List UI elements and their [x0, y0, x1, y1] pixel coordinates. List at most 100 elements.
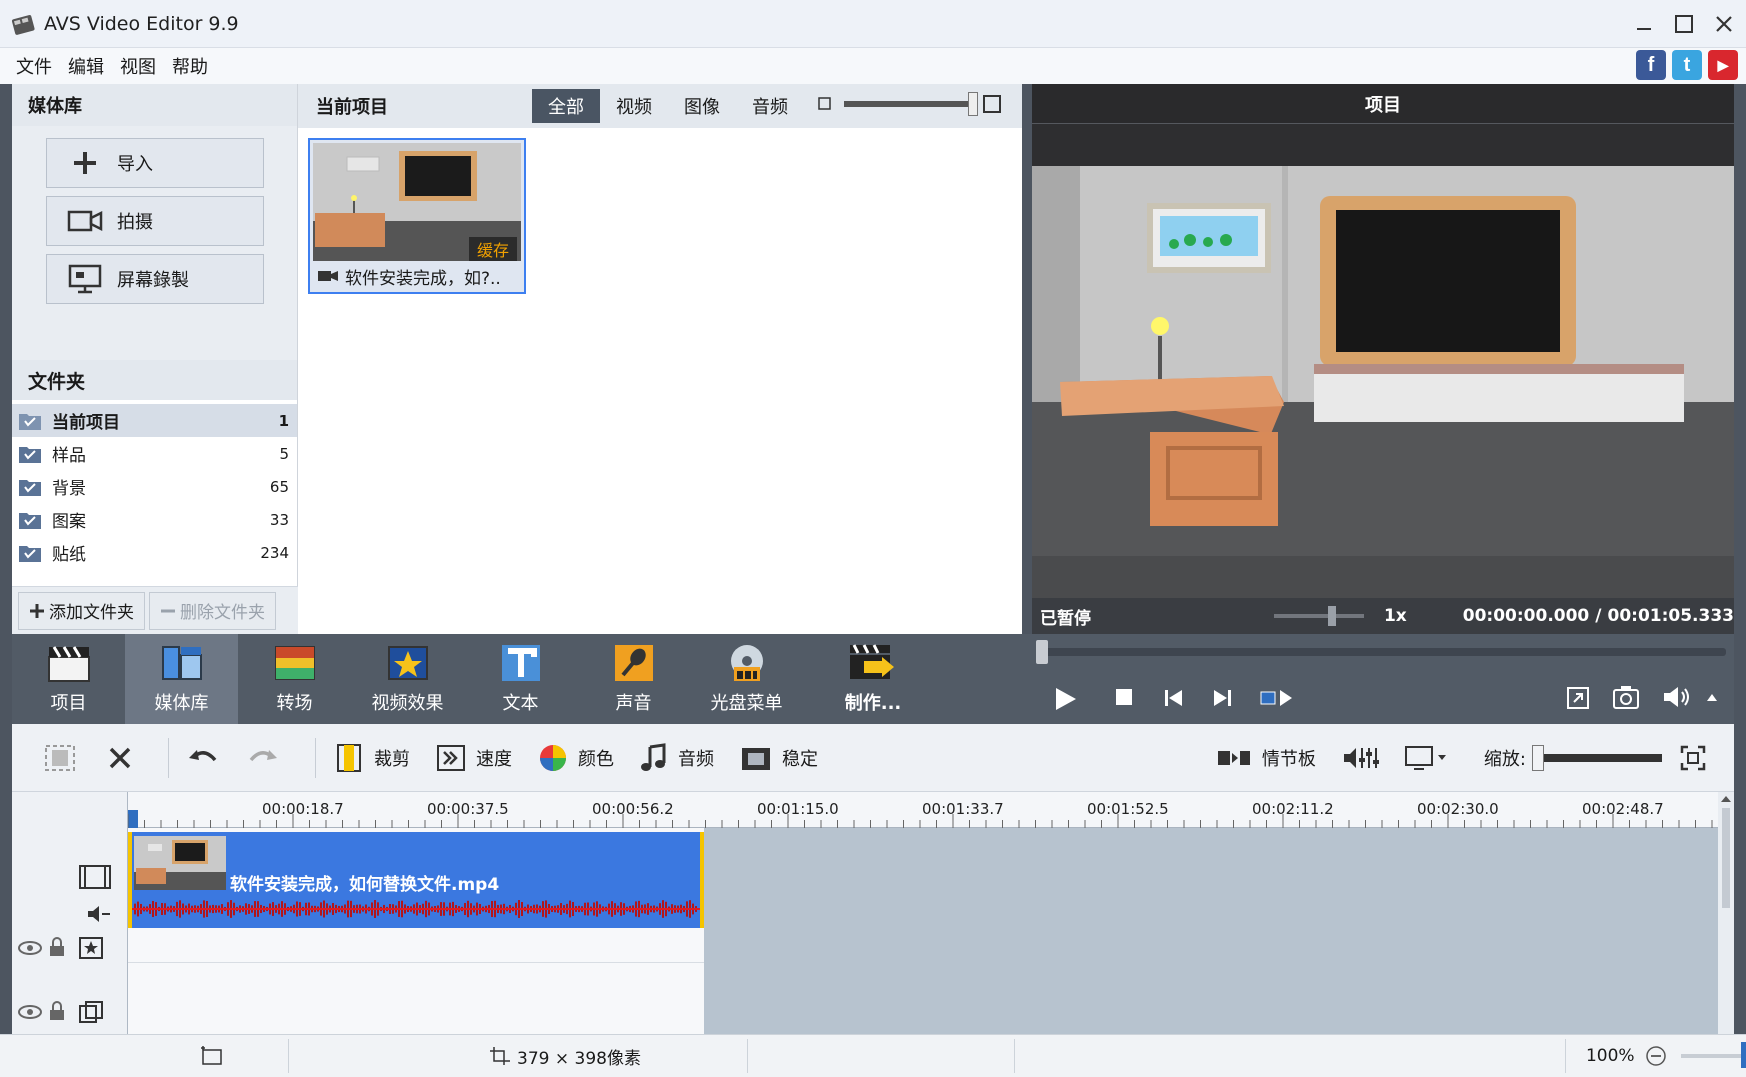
folder-item-patterns[interactable]: 图案 33	[12, 503, 297, 536]
undo-button[interactable]	[187, 746, 229, 770]
next-frame-button[interactable]	[1212, 688, 1232, 708]
facebook-icon[interactable]: f	[1636, 50, 1666, 80]
thumbnail-size-track[interactable]	[844, 92, 978, 116]
tab-all[interactable]: 全部	[532, 89, 600, 123]
menu-edit[interactable]: 编辑	[68, 53, 104, 79]
thumbnail-size-knob[interactable]	[968, 92, 978, 116]
youtube-icon[interactable]: ▶	[1708, 50, 1738, 80]
ruler-tick-label: 00:01:33.7	[922, 800, 1004, 818]
tool-produce[interactable]: 制作...	[803, 634, 943, 724]
media-item-label: 软件安装完成，如?..	[345, 268, 501, 289]
seek-bar[interactable]	[1040, 648, 1726, 656]
video-clip[interactable]: 软件安装完成，如何替换文件.mp4	[128, 832, 704, 928]
folder-item-stickers[interactable]: 贴纸 234	[12, 536, 297, 569]
close-button[interactable]	[1706, 6, 1742, 42]
media-item-card[interactable]: 缓存 软件安装完成，如?..	[308, 138, 526, 294]
previous-frame-button[interactable]	[1164, 688, 1184, 708]
preview-frame-image	[1032, 166, 1734, 598]
lock-icon[interactable]	[48, 1000, 66, 1022]
color-button[interactable]: 颜色	[538, 743, 614, 773]
status-zoom-slider[interactable]	[1680, 1042, 1746, 1068]
menu-file[interactable]: 文件	[16, 53, 52, 79]
timeline-zoom-slider[interactable]	[1532, 744, 1662, 771]
stop-button[interactable]	[1116, 689, 1134, 707]
delete-button[interactable]	[108, 746, 142, 770]
speed-slider-knob[interactable]	[1328, 606, 1337, 626]
folder-name: 图案	[52, 512, 86, 532]
minimize-button[interactable]	[1626, 6, 1662, 42]
maximize-button[interactable]	[1666, 6, 1702, 42]
audio-button[interactable]: 音频	[640, 742, 714, 773]
audio-mixer-button[interactable]	[1342, 744, 1390, 772]
delete-folder-button[interactable]: 删除文件夹	[149, 591, 276, 630]
display-mode-dropdown[interactable]	[1404, 744, 1458, 772]
menu-view[interactable]: 视图	[120, 53, 156, 79]
folder-icon	[19, 545, 41, 562]
tool-media-library[interactable]: 媒体库	[125, 634, 238, 724]
storyboard-label: 情节板	[1261, 748, 1316, 770]
folder-item-samples[interactable]: 样品 5	[12, 437, 297, 470]
redo-button[interactable]	[247, 746, 289, 770]
zoom-out-icon[interactable]	[1645, 1045, 1667, 1067]
tool-disc-menu[interactable]: 光盘菜单	[690, 634, 803, 724]
select-tool-button[interactable]	[44, 744, 86, 772]
stabilize-button[interactable]: 稳定	[740, 744, 818, 772]
tab-video[interactable]: 视频	[600, 89, 668, 123]
produce-icon	[850, 644, 894, 679]
menu-help[interactable]: 帮助	[172, 53, 208, 79]
minimize-icon	[1637, 28, 1651, 30]
add-folder-button[interactable]: 添加文件夹	[18, 591, 145, 630]
storyboard-button[interactable]: 情节板	[1216, 745, 1316, 771]
screen-record-button[interactable]: 屏幕錄製	[46, 254, 264, 304]
volume-expand-button[interactable]	[1706, 692, 1718, 702]
crop-icon	[337, 743, 361, 772]
timeline-zoom-knob[interactable]	[1532, 744, 1544, 771]
media-library-panel: 媒体库 导入 拍摄 屏幕錄製 文件夹 当前项目 1 样品 5 背景 65 图案 …	[12, 84, 298, 634]
tool-transitions[interactable]: 转场	[238, 634, 351, 724]
preview-status-bar: 已暂停 1x 00:00:00.000 / 00:01:05.333	[1032, 598, 1734, 634]
ruler-tick-label: 00:02:48.7	[1582, 800, 1664, 818]
capture-button[interactable]: 拍摄	[46, 196, 264, 246]
fullscreen-button[interactable]	[1566, 686, 1590, 710]
skip-back-icon	[1165, 690, 1182, 706]
import-button[interactable]: 导入	[46, 138, 264, 188]
snapshot-button[interactable]	[1612, 684, 1640, 710]
seek-knob[interactable]	[1036, 640, 1048, 664]
timeline: 00:00:18.7 00:00:37.5 00:00:56.2 00:01:1…	[12, 792, 1734, 1034]
track-area[interactable]: 软件安装完成，如何替换文件.mp4	[128, 828, 1718, 1034]
folder-item-current-project[interactable]: 当前项目 1	[12, 404, 297, 437]
crop-button[interactable]: 裁剪	[334, 743, 410, 773]
eye-icon[interactable]	[18, 1004, 42, 1020]
play-selection-button[interactable]	[1260, 688, 1294, 708]
timeline-vertical-scrollbar[interactable]	[1718, 792, 1734, 1034]
folder-item-backgrounds[interactable]: 背景 65	[12, 470, 297, 503]
eye-icon[interactable]	[18, 940, 42, 956]
tool-project[interactable]: 项目	[12, 634, 125, 724]
edit-toolbar: 裁剪 速度 颜色 音频 稳定 情节板 缩放:	[12, 724, 1734, 792]
toolbar-separator	[315, 737, 316, 778]
transition-icon	[274, 646, 315, 680]
fit-timeline-button[interactable]	[1680, 745, 1716, 771]
status-zoom-knob[interactable]	[1740, 1042, 1746, 1068]
volume-button[interactable]	[1662, 684, 1692, 710]
capture-label: 拍摄	[117, 212, 153, 233]
tool-video-effects[interactable]: 视频效果	[351, 634, 464, 724]
audio-mute-icon[interactable]	[86, 904, 112, 924]
play-button[interactable]	[1054, 686, 1078, 712]
thumbnail-size-slider[interactable]	[818, 92, 1002, 116]
speed-slider[interactable]	[1274, 606, 1364, 626]
title-bar: AVS Video Editor 9.9	[0, 0, 1746, 48]
zoom-percentage: 100%	[1585, 1046, 1635, 1066]
lock-icon[interactable]	[48, 936, 66, 958]
tool-sound[interactable]: 声音	[577, 634, 690, 724]
tool-project-label: 项目	[50, 693, 87, 714]
twitter-icon[interactable]: t	[1672, 50, 1702, 80]
speed-button[interactable]: 速度	[436, 744, 512, 772]
media-thumbnail: 缓存	[313, 143, 521, 261]
timeline-ruler[interactable]: 00:00:18.7 00:00:37.5 00:00:56.2 00:01:1…	[128, 792, 1718, 828]
tab-audio[interactable]: 音频	[736, 89, 804, 123]
tool-text[interactable]: 文本	[464, 634, 577, 724]
tab-image[interactable]: 图像	[668, 89, 736, 123]
audio-mixer-icon	[1343, 747, 1379, 768]
video-preview[interactable]	[1032, 166, 1734, 598]
